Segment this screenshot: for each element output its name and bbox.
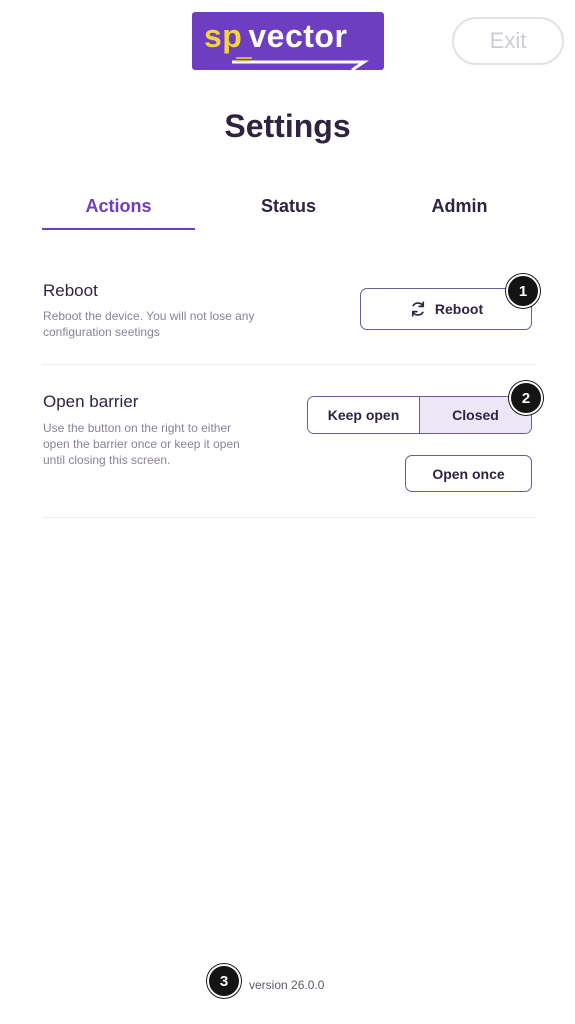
annotation-badge-3: 3	[207, 964, 241, 998]
open-once-button[interactable]: Open once	[405, 455, 532, 492]
barrier-mode-toggle[interactable]: Keep open Closed	[307, 396, 532, 434]
active-tab-indicator	[42, 228, 195, 230]
open-barrier-description: Use the button on the right to either op…	[43, 421, 240, 467]
reboot-title: Reboot	[43, 281, 98, 300]
reboot-description: Reboot the device. You will not lose any…	[43, 309, 255, 339]
tab-admin[interactable]: Admin	[383, 196, 536, 217]
exit-button[interactable]: Exit	[452, 17, 564, 65]
logo-swoosh-icon	[232, 57, 369, 70]
keep-open-option[interactable]: Keep open	[308, 397, 419, 433]
page-title: Settings	[224, 108, 351, 144]
annotation-badge-2: 2	[509, 381, 543, 415]
section-divider	[42, 517, 536, 518]
tab-status[interactable]: Status	[212, 196, 365, 217]
section-divider	[42, 364, 536, 365]
reboot-button-label: Reboot	[434, 301, 484, 317]
tab-actions[interactable]: Actions	[42, 196, 195, 217]
annotation-badge-1: 1	[506, 274, 540, 308]
version-label: version 26.0.0	[249, 978, 325, 992]
spvector-logo: sp vector	[192, 12, 384, 70]
open-barrier-title: Open barrier	[43, 392, 139, 411]
refresh-icon	[411, 301, 424, 317]
